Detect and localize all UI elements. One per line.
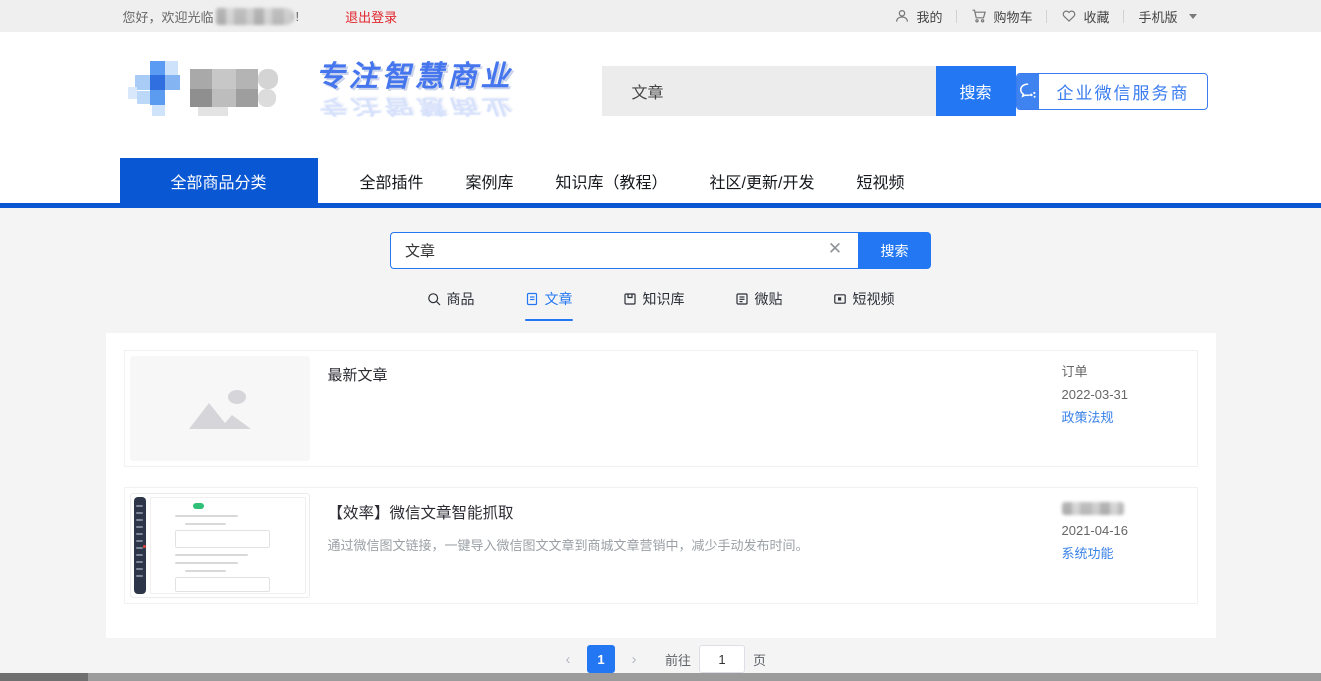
tab-knowledge-label: 知识库 — [643, 289, 685, 309]
main-nav: 全部商品分类 全部插件 案例库 知识库（教程） 社区/更新/开发 短视频 — [0, 150, 1321, 208]
wechat-icon-box — [1017, 73, 1039, 110]
nav-item-all-plugins[interactable]: 全部插件 — [360, 158, 424, 203]
tab-knowledge[interactable]: 知识库 — [623, 289, 685, 315]
meta-author-blurred — [1062, 502, 1124, 515]
header-search-input[interactable] — [602, 66, 936, 116]
brand-slogan: 专注智慧商业 专注智慧商业 — [316, 53, 514, 129]
prev-page-button[interactable]: ‹ — [555, 645, 581, 673]
favorites-link[interactable]: 收藏 — [1047, 7, 1123, 26]
content-search-bar: ✕ 搜索 — [0, 232, 1321, 269]
greeting-text: 您好，欢迎光临 ! — [123, 7, 300, 26]
next-page-button[interactable]: › — [621, 645, 647, 673]
nav-item-case-library[interactable]: 案例库 — [466, 158, 514, 203]
nav-item-short-video[interactable]: 短视频 — [856, 158, 904, 203]
article-icon — [525, 292, 539, 306]
content-search-button[interactable]: 搜索 — [858, 232, 931, 269]
favorites-label: 收藏 — [1083, 7, 1109, 26]
results-card: 最新文章 订单 2022-03-31 政策法规 — [106, 333, 1216, 638]
cart-link[interactable]: 购物车 — [957, 7, 1046, 26]
clear-search-icon[interactable]: ✕ — [826, 240, 844, 258]
wechat-service-button[interactable]: 企业微信服务商 — [1016, 73, 1208, 110]
horizontal-scrollbar[interactable] — [0, 673, 1321, 681]
meta-type: 订单 — [1062, 365, 1192, 379]
result-item[interactable]: 【效率】微信文章智能抓取 通过微信图文链接，一键导入微信图文文章到商城文章营销中… — [124, 487, 1198, 604]
goto-label: 前往 — [665, 650, 691, 669]
wechat-work-icon — [1017, 80, 1039, 102]
result-meta: 订单 2022-03-31 政策法规 — [1062, 356, 1192, 461]
tab-articles-label: 文章 — [545, 289, 573, 309]
goto-page-input[interactable] — [699, 645, 745, 673]
content-search-input[interactable] — [390, 232, 858, 269]
page-unit-label: 页 — [753, 650, 766, 669]
greeting-suffix: ! — [296, 9, 300, 24]
site-header: 专注智慧商业 专注智慧商业 搜索 企业微信服务商 — [0, 32, 1321, 150]
header-search: 搜索 — [602, 66, 1016, 116]
topbar: 您好，欢迎光临 ! 退出登录 我的 购物车 — [0, 0, 1321, 32]
result-thumbnail[interactable] — [130, 493, 310, 598]
result-meta: 2021-04-16 系统功能 — [1062, 493, 1192, 598]
result-title[interactable]: 【效率】微信文章智能抓取 — [328, 501, 1052, 523]
result-description: 通过微信图文链接，一键导入微信图文文章到商城文章营销中，减少手动发布时间。 — [328, 535, 1052, 554]
heart-icon — [1061, 8, 1077, 24]
tab-goods[interactable]: 商品 — [427, 289, 475, 315]
mobile-version-label: 手机版 — [1138, 7, 1177, 26]
thumbnail-admin-sidebar — [134, 497, 146, 594]
current-page-button[interactable]: 1 — [587, 645, 615, 673]
meta-date: 2022-03-31 — [1062, 388, 1192, 402]
meta-date: 2021-04-16 — [1062, 524, 1192, 538]
username-blurred — [216, 8, 294, 25]
tab-short-video-label: 短视频 — [853, 289, 895, 309]
meta-category-link[interactable]: 政策法规 — [1062, 411, 1192, 425]
site-logo[interactable]: 专注智慧商业 专注智慧商业 — [106, 53, 514, 129]
result-item[interactable]: 最新文章 订单 2022-03-31 政策法规 — [124, 350, 1198, 467]
cart-icon — [971, 8, 987, 24]
logo-blurred-image — [128, 55, 286, 127]
cart-label: 购物车 — [993, 7, 1032, 26]
tab-posts-label: 微贴 — [755, 289, 783, 309]
main-content: ✕ 搜索 商品 文章 知识库 微贴 — [0, 208, 1321, 681]
chevron-down-icon — [1189, 14, 1197, 19]
meta-category-link[interactable]: 系统功能 — [1062, 547, 1192, 561]
post-icon — [735, 292, 749, 306]
user-icon — [894, 8, 910, 24]
tab-posts[interactable]: 微贴 — [735, 289, 783, 315]
tab-articles[interactable]: 文章 — [525, 289, 573, 315]
result-thumbnail[interactable] — [130, 356, 310, 461]
slogan-reflection: 专注智慧商业 — [316, 93, 514, 122]
greeting-prefix: 您好，欢迎光临 — [123, 7, 214, 26]
my-account-label: 我的 — [916, 7, 942, 26]
search-icon — [427, 292, 441, 306]
slogan-text: 专注智慧商业 — [316, 53, 514, 95]
scrollbar-thumb[interactable] — [0, 673, 88, 681]
image-placeholder-icon — [185, 385, 255, 433]
nav-item-knowledge-base[interactable]: 知识库（教程） — [556, 158, 668, 203]
knowledge-icon — [623, 292, 637, 306]
logout-link[interactable]: 退出登录 — [345, 7, 397, 26]
header-search-button[interactable]: 搜索 — [936, 66, 1016, 116]
tab-short-video[interactable]: 短视频 — [833, 289, 895, 315]
mobile-version-dropdown[interactable]: 手机版 — [1124, 7, 1210, 26]
nav-item-all-categories[interactable]: 全部商品分类 — [120, 158, 318, 203]
thumbnail-toggle — [193, 503, 204, 509]
video-icon — [833, 292, 847, 306]
pagination: ‹ 1 › 前往 页 — [0, 645, 1321, 673]
wechat-service-label: 企业微信服务商 — [1039, 79, 1208, 104]
my-account-link[interactable]: 我的 — [880, 7, 956, 26]
thumbnail-admin-form — [150, 497, 306, 594]
result-type-tabs: 商品 文章 知识库 微贴 短视频 — [0, 289, 1321, 315]
tab-goods-label: 商品 — [447, 289, 475, 309]
result-title[interactable]: 最新文章 — [328, 364, 1052, 385]
nav-item-community[interactable]: 社区/更新/开发 — [710, 158, 815, 203]
